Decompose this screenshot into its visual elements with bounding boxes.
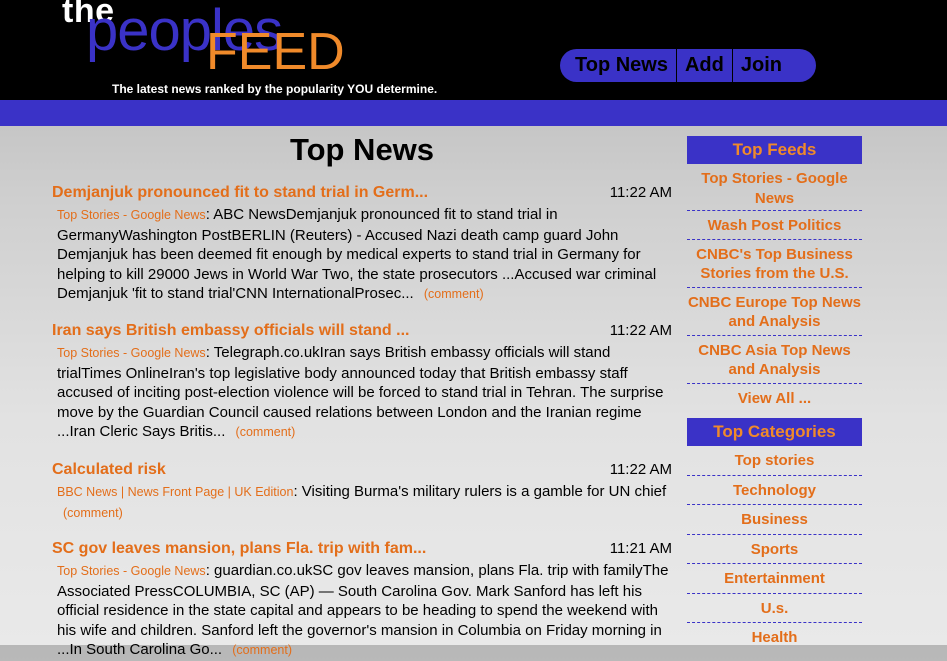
story-summary: Visiting Burma's military rulers is a ga… [301,483,667,500]
story-title-link[interactable]: Demjanjuk pronounced fit to stand trial … [52,184,428,202]
tagline: The latest news ranked by the popularity… [112,82,438,96]
nav-join[interactable]: Join [733,49,790,82]
story-source-link[interactable]: Top Stories - Google News [57,208,206,222]
story-time: 11:21 AM [609,540,672,557]
story-title-link[interactable]: Iran says British embassy officials will… [52,322,409,340]
top-feeds-heading: Top Feeds [687,136,862,164]
story-time: 11:22 AM [609,461,672,478]
feed-link[interactable]: CNBC Asia Top News and Analysis [687,336,862,384]
story-body: Top Stories - Google News: guardian.co.u… [57,562,669,658]
comment-link[interactable]: (comment) [424,287,484,301]
feed-link[interactable]: CNBC's Top Business Stories from the U.S… [687,240,862,288]
top-categories-heading: Top Categories [687,418,862,446]
story-time: 11:22 AM [609,184,672,201]
story-source-link[interactable]: Top Stories - Google News [57,564,206,578]
story-source-link[interactable]: BBC News | News Front Page | UK Edition [57,485,293,499]
story-title-link[interactable]: SC gov leaves mansion, plans Fla. trip w… [52,540,426,558]
site-header: the peoples FEED The latest news ranked … [0,0,947,100]
category-link[interactable]: Business [687,505,862,535]
story-body: BBC News | News Front Page | UK Edition:… [57,483,667,520]
nav-add[interactable]: Add [677,49,733,82]
category-link[interactable]: Health [687,623,862,652]
category-link[interactable]: Top stories [687,446,862,476]
nav-top-news[interactable]: Top News [560,49,677,82]
story-body: Top Stories - Google News: ABC NewsDemja… [57,206,657,302]
page-title: Top News [289,132,435,167]
category-link[interactable]: Entertainment [687,564,862,594]
comment-link[interactable]: (comment) [236,425,296,439]
sidebar: Top Feeds Top Stories - Google News Wash… [687,136,862,652]
logo-feed: FEED [206,23,345,81]
category-link[interactable]: Sports [687,535,862,564]
comment-link[interactable]: (comment) [232,643,292,657]
feed-link[interactable]: Top Stories - Google News [687,164,862,211]
view-all-feeds-link[interactable]: View All ... [687,384,862,415]
category-link[interactable]: Technology [687,476,862,505]
story-body: Top Stories - Google News: Telegraph.co.… [57,344,664,440]
comment-link[interactable]: (comment) [63,506,123,520]
story-title-link[interactable]: Calculated risk [52,461,166,479]
story-time: 11:22 AM [609,322,672,339]
story-source-link[interactable]: Top Stories - Google News [57,346,206,360]
feed-link[interactable]: Wash Post Politics [687,211,862,240]
top-nav: Top News Add Join [560,49,816,82]
feed-link[interactable]: CNBC Europe Top News and Analysis [687,288,862,336]
header-divider-bar [0,100,947,126]
category-link[interactable]: U.s. [687,594,862,623]
